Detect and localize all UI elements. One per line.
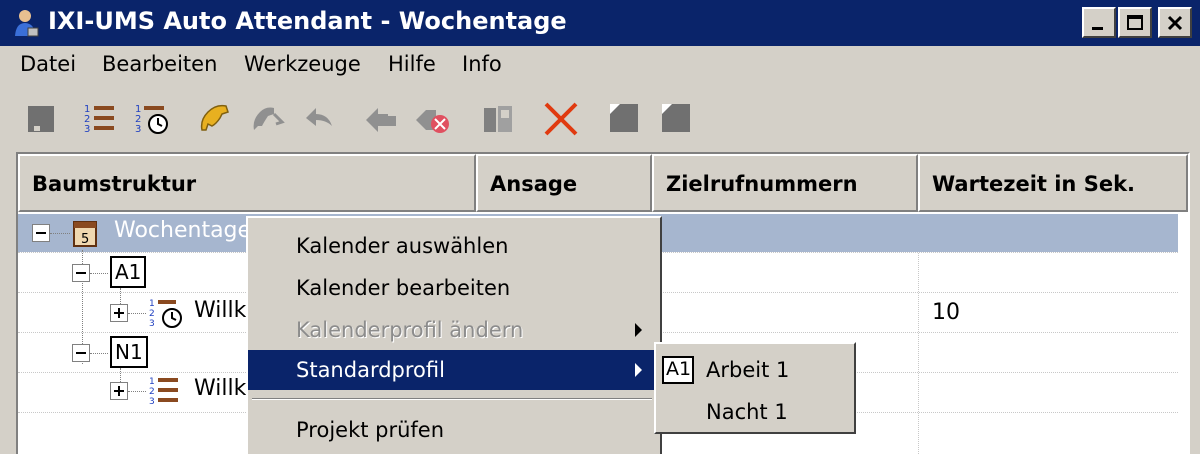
maximize-button[interactable] — [1118, 7, 1152, 38]
maximize-icon — [1127, 15, 1143, 30]
context-menu: Kalender auswählen Kalender bearbeiten K… — [246, 216, 662, 454]
calendar-icon: 5 — [72, 218, 98, 248]
tree-root-label[interactable]: Wochentage — [114, 218, 251, 243]
square-icon[interactable] — [656, 98, 698, 140]
tree-connector — [90, 353, 108, 354]
a1-check-icon: A1 — [662, 356, 694, 384]
transfer-icon[interactable] — [360, 98, 402, 140]
list-icon: 1 2 3 — [148, 374, 184, 408]
title-bar[interactable]: IXI-UMS Auto Attendant - Wochentage — [0, 0, 1200, 46]
phone-icon[interactable] — [194, 98, 236, 140]
square-icon[interactable] — [604, 98, 646, 140]
menu-info[interactable]: Info — [462, 52, 502, 76]
save-icon[interactable] — [20, 98, 62, 140]
collapse-icon[interactable] — [72, 344, 90, 362]
list-icon[interactable]: 1 2 3 — [80, 98, 122, 140]
minimize-button[interactable] — [1082, 7, 1116, 38]
column-header-zielrufnummern[interactable]: Zielrufnummern — [652, 154, 918, 212]
menu-item-kalenderprofil-aendern: Kalenderprofil ändern — [248, 310, 656, 350]
menu-item-projekt-pruefen[interactable]: Projekt prüfen — [248, 410, 656, 450]
tree-a1-child-label[interactable]: Willk — [194, 298, 246, 323]
column-header-baumstruktur[interactable]: Baumstruktur — [18, 154, 476, 212]
tree-connector — [90, 273, 108, 274]
menu-bar: Datei Bearbeiten Werkzeuge Hilfe Info — [0, 46, 1200, 84]
svg-text:1: 1 — [149, 299, 155, 309]
disconnect-icon[interactable] — [412, 98, 454, 140]
wait-time-value: 10 — [932, 300, 960, 325]
expand-icon[interactable] — [110, 382, 128, 400]
menu-werkzeuge[interactable]: Werkzeuge — [244, 52, 361, 76]
menu-item-kalender-bearbeiten[interactable]: Kalender bearbeiten — [248, 268, 656, 308]
toolbar: 1 2 3 1 2 3 — [0, 88, 1200, 150]
close-button[interactable] — [1158, 7, 1192, 38]
collapse-icon[interactable] — [32, 224, 50, 242]
profile-n1-badge[interactable]: N1 — [110, 336, 148, 368]
close-icon — [1167, 15, 1183, 31]
window-title: IXI-UMS Auto Attendant - Wochentage — [48, 7, 567, 35]
tree-connector — [128, 313, 146, 314]
column-header-wartezeit[interactable]: Wartezeit in Sek. — [918, 154, 1188, 212]
delete-icon[interactable] — [540, 98, 582, 140]
columns-icon[interactable] — [478, 98, 520, 140]
standardprofil-submenu: A1 Arbeit 1 Nacht 1 — [654, 342, 856, 434]
menu-item-kalender-auswaehlen[interactable]: Kalender auswählen — [248, 226, 656, 266]
column-header-ansage[interactable]: Ansage — [476, 154, 652, 212]
svg-text:1: 1 — [149, 377, 155, 387]
menu-separator — [252, 398, 652, 400]
expand-icon[interactable] — [110, 304, 128, 322]
svg-text:3: 3 — [149, 397, 155, 407]
menu-item-standardprofil[interactable]: Standardprofil — [248, 350, 656, 390]
minimize-icon — [1092, 27, 1103, 30]
submenu-arrow-icon — [635, 323, 642, 337]
tree-connector — [128, 391, 146, 392]
schedule-icon: 1 2 3 — [148, 296, 184, 330]
back-arrow-icon[interactable] — [298, 98, 340, 140]
svg-text:3: 3 — [149, 319, 155, 329]
svg-text:3: 3 — [84, 124, 90, 135]
menu-item-label: Kalenderprofil ändern — [296, 318, 524, 342]
tree-n1-child-label[interactable]: Willk — [194, 376, 246, 401]
svg-text:2: 2 — [149, 309, 155, 319]
schedule-icon[interactable]: 1 2 3 — [132, 98, 174, 140]
svg-text:2: 2 — [149, 387, 155, 397]
submenu-item-arbeit-1[interactable]: A1 Arbeit 1 — [656, 346, 852, 386]
svg-text:5: 5 — [81, 232, 89, 247]
profile-a1-badge[interactable]: A1 — [110, 256, 147, 288]
svg-text:3: 3 — [135, 124, 141, 135]
menu-hilfe[interactable]: Hilfe — [388, 52, 436, 76]
tree-connector — [50, 233, 70, 234]
submenu-item-nacht-1[interactable]: Nacht 1 — [656, 388, 852, 428]
submenu-arrow-icon — [635, 363, 642, 377]
phone-forward-icon[interactable] — [248, 98, 290, 140]
submenu-item-label: Arbeit 1 — [706, 358, 790, 382]
menu-bearbeiten[interactable]: Bearbeiten — [102, 52, 217, 76]
app-person-icon[interactable] — [12, 8, 40, 38]
menu-datei[interactable]: Datei — [20, 52, 76, 76]
menu-item-label: Standardprofil — [296, 358, 445, 382]
collapse-icon[interactable] — [72, 264, 90, 282]
